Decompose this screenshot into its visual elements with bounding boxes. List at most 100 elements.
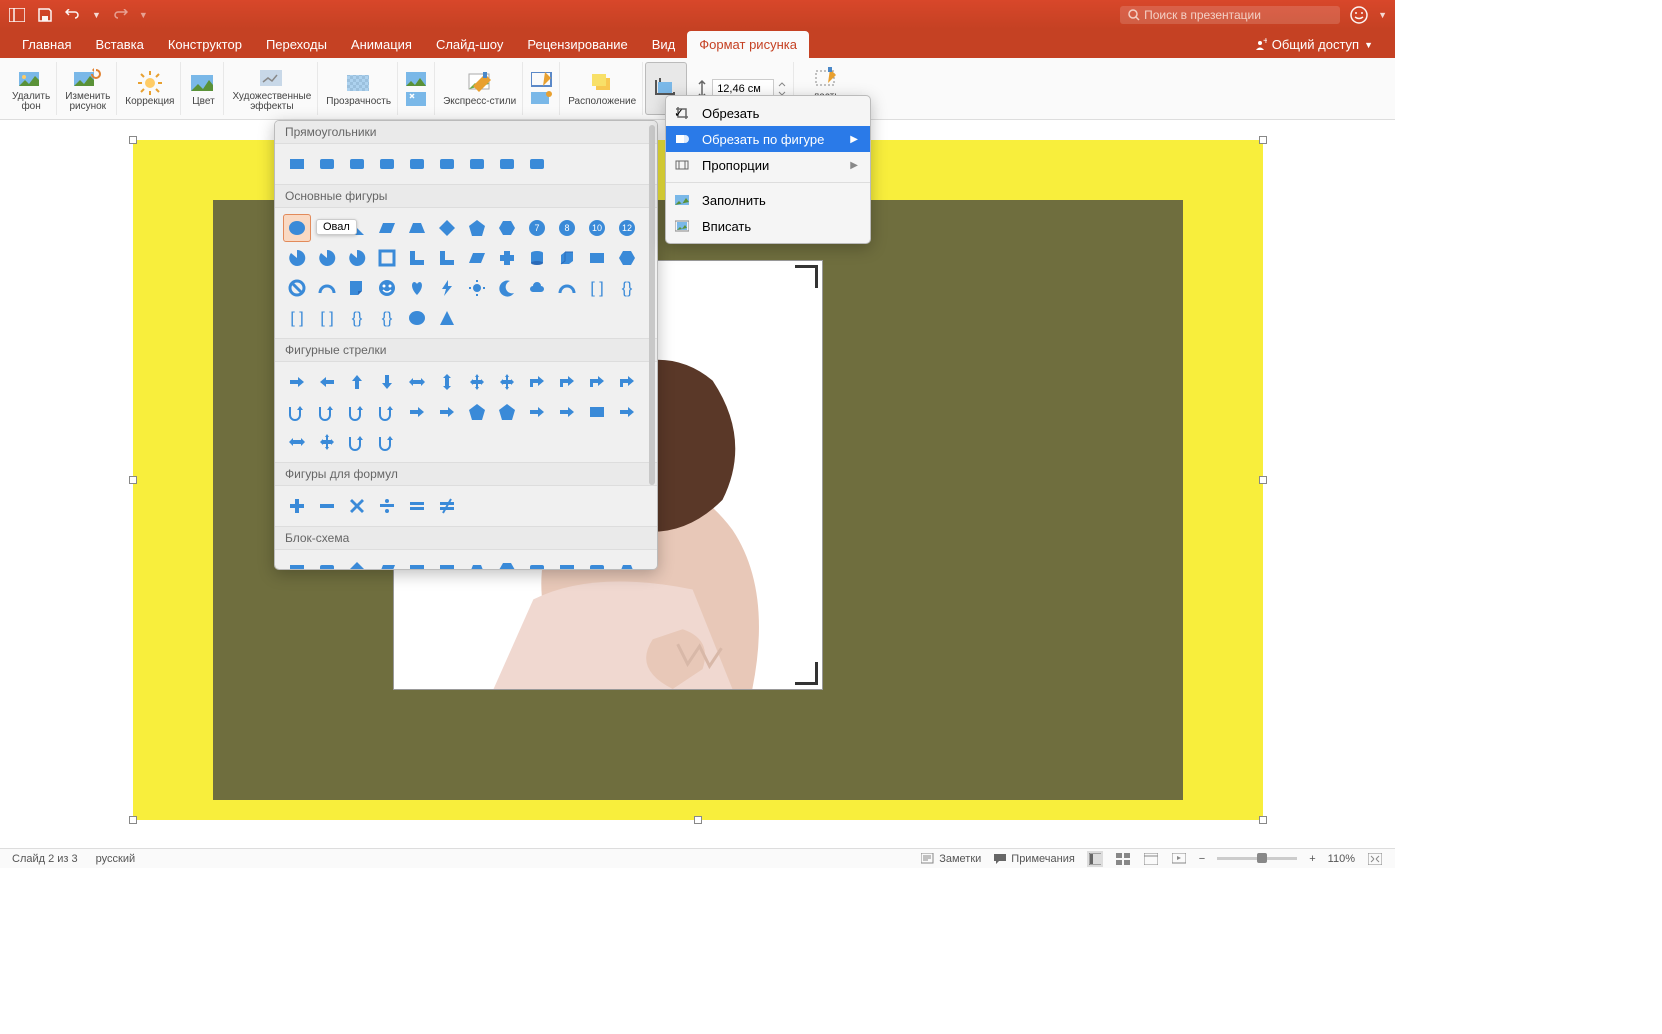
shape-item[interactable] <box>373 214 401 242</box>
tab-animation[interactable]: Анимация <box>339 31 424 58</box>
shape-item[interactable] <box>343 398 371 426</box>
sorter-view-icon[interactable] <box>1115 851 1131 867</box>
shape-item[interactable] <box>613 556 641 570</box>
zoom-level[interactable]: 110% <box>1328 853 1355 865</box>
tab-view[interactable]: Вид <box>640 31 688 58</box>
tab-review[interactable]: Рецензирование <box>515 31 639 58</box>
shape-item[interactable] <box>523 368 551 396</box>
shape-item[interactable] <box>613 244 641 272</box>
tab-slideshow[interactable]: Слайд-шоу <box>424 31 515 58</box>
shape-item[interactable] <box>463 150 491 178</box>
scrollbar[interactable] <box>649 125 655 485</box>
shape-item[interactable] <box>343 492 371 520</box>
shape-item[interactable] <box>523 150 551 178</box>
pic-effects-icon[interactable] <box>531 90 553 106</box>
shape-item[interactable] <box>403 274 431 302</box>
shape-item[interactable] <box>403 368 431 396</box>
shape-item[interactable] <box>343 150 371 178</box>
tab-home[interactable]: Главная <box>10 31 83 58</box>
shape-item[interactable] <box>553 556 581 570</box>
shape-item[interactable] <box>583 398 611 426</box>
shape-item[interactable] <box>373 556 401 570</box>
shape-item[interactable] <box>433 398 461 426</box>
shape-item[interactable] <box>283 398 311 426</box>
shape-item[interactable] <box>373 428 401 456</box>
handle-r[interactable] <box>1259 476 1267 484</box>
tab-transitions[interactable]: Переходы <box>254 31 339 58</box>
shape-item[interactable] <box>343 428 371 456</box>
share-button[interactable]: + Общий доступ ▼ <box>1241 31 1385 58</box>
shape-item[interactable] <box>463 368 491 396</box>
shape-item[interactable] <box>283 428 311 456</box>
handle-b[interactable] <box>694 816 702 824</box>
shape-item[interactable] <box>433 304 461 332</box>
shape-item[interactable] <box>373 150 401 178</box>
slide-indicator[interactable]: Слайд 2 из 3 <box>12 853 78 865</box>
shape-item[interactable] <box>403 150 431 178</box>
shape-item[interactable] <box>493 244 521 272</box>
shape-item[interactable] <box>613 368 641 396</box>
shape-item[interactable] <box>373 244 401 272</box>
shape-item[interactable] <box>433 556 461 570</box>
tab-design[interactable]: Конструктор <box>156 31 254 58</box>
shape-item[interactable] <box>313 150 341 178</box>
dd-fill[interactable]: Заполнить <box>666 187 870 213</box>
color-button[interactable]: Цвет <box>183 62 224 115</box>
shape-item[interactable] <box>433 244 461 272</box>
shape-item[interactable]: {} <box>343 304 371 332</box>
shape-item[interactable]: Овал <box>283 214 311 242</box>
comments-toggle[interactable]: Примечания <box>993 853 1075 865</box>
shape-item[interactable]: 7 <box>523 214 551 242</box>
search-input[interactable]: Поиск в презентации <box>1120 6 1340 24</box>
handle-bl[interactable] <box>129 816 137 824</box>
shape-item[interactable] <box>283 492 311 520</box>
shape-item[interactable] <box>493 398 521 426</box>
transparency-button[interactable]: Прозрачность <box>320 62 398 115</box>
correction-button[interactable]: Коррекция <box>119 62 181 115</box>
remove-bg-button[interactable]: Удалить фон <box>6 62 57 115</box>
change-pic-button[interactable]: Изменить рисунок <box>59 62 117 115</box>
shape-item[interactable] <box>403 492 431 520</box>
shape-item[interactable] <box>523 274 551 302</box>
shape-item[interactable]: [ ] <box>583 274 611 302</box>
shape-item[interactable] <box>403 398 431 426</box>
shape-item[interactable] <box>463 214 491 242</box>
slideshow-view-icon[interactable] <box>1171 851 1187 867</box>
fit-window-icon[interactable] <box>1367 851 1383 867</box>
pic-border-icon[interactable] <box>531 72 553 88</box>
shape-item[interactable] <box>463 398 491 426</box>
shape-item[interactable] <box>403 304 431 332</box>
shape-item[interactable] <box>283 244 311 272</box>
shape-item[interactable] <box>463 274 491 302</box>
shape-item[interactable] <box>553 274 581 302</box>
shape-item[interactable] <box>553 368 581 396</box>
dd-crop[interactable]: Обрезать <box>666 100 870 126</box>
shape-item[interactable] <box>313 556 341 570</box>
shape-item[interactable]: [ ] <box>313 304 341 332</box>
shape-item[interactable]: [ ] <box>283 304 311 332</box>
compress-pic-icon[interactable] <box>406 90 428 108</box>
tab-format-picture[interactable]: Формат рисунка <box>687 31 809 58</box>
handle-tl[interactable] <box>129 136 137 144</box>
shape-item[interactable]: 12 <box>613 214 641 242</box>
shape-item[interactable] <box>583 244 611 272</box>
shape-item[interactable] <box>313 244 341 272</box>
shape-item[interactable] <box>433 214 461 242</box>
shape-item[interactable] <box>283 368 311 396</box>
shape-item[interactable] <box>493 150 521 178</box>
shape-item[interactable] <box>403 244 431 272</box>
shape-item[interactable] <box>523 556 551 570</box>
shape-item[interactable] <box>403 556 431 570</box>
shape-item[interactable] <box>553 244 581 272</box>
shape-item[interactable] <box>433 492 461 520</box>
shape-item[interactable] <box>523 398 551 426</box>
shape-item[interactable] <box>313 428 341 456</box>
shape-item[interactable] <box>373 274 401 302</box>
dd-fit[interactable]: Вписать <box>666 213 870 239</box>
express-styles-button[interactable]: Экспресс-стили <box>437 62 523 115</box>
artistic-button[interactable]: Художественные эффекты <box>226 62 318 115</box>
shape-item[interactable] <box>343 368 371 396</box>
shape-item[interactable] <box>463 556 491 570</box>
shape-item[interactable] <box>433 274 461 302</box>
shape-item[interactable] <box>313 398 341 426</box>
